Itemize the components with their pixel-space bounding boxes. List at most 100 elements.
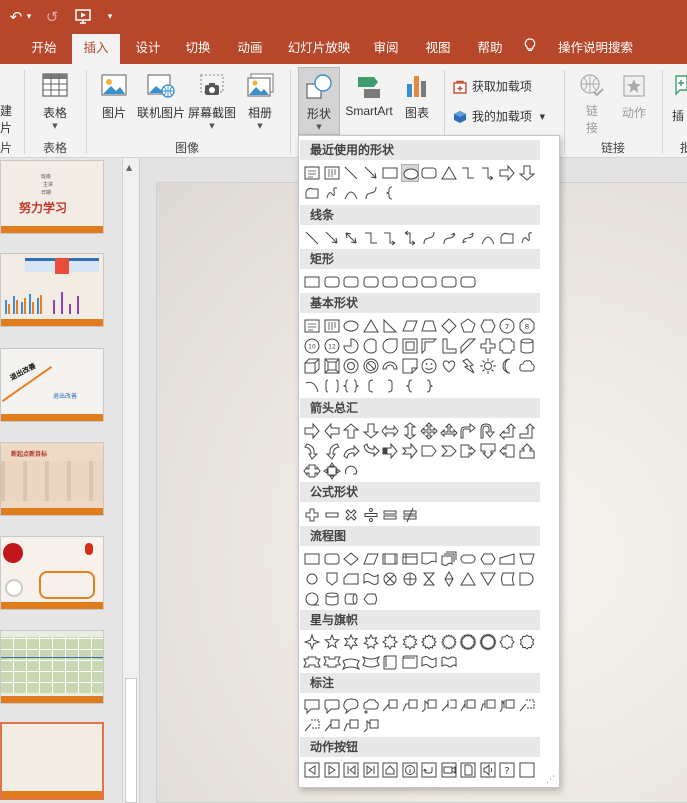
shape-call-d-icon[interactable] [479, 442, 497, 460]
shape-b-return-icon[interactable] [420, 761, 438, 779]
shape-ellipsefill-icon[interactable] [400, 164, 419, 182]
shape-rrect-icon[interactable] [342, 273, 360, 291]
shape-rrect-icon[interactable] [420, 164, 438, 182]
shape-curv-rib-dn-icon[interactable] [361, 653, 380, 671]
shape-b-end-icon[interactable] [362, 761, 380, 779]
shape-ar-l-icon[interactable] [323, 422, 341, 440]
shape-rect-icon[interactable] [381, 164, 399, 182]
shape-call-r-icon[interactable] [459, 442, 477, 460]
tab-view[interactable]: 视图 [414, 34, 462, 64]
shape-b-begin-icon[interactable] [342, 761, 360, 779]
shape-pie-icon[interactable] [342, 337, 360, 355]
comment-button[interactable]: 插 [672, 72, 687, 124]
picture-button[interactable]: 图片 [94, 72, 134, 121]
shape-chord-icon[interactable] [362, 337, 380, 355]
shape-rbracket-icon[interactable] [381, 377, 399, 395]
shape-f-man-op-icon[interactable] [518, 550, 536, 568]
shape-f-stored-icon[interactable] [498, 570, 516, 588]
shape-f-or-icon[interactable] [401, 570, 419, 588]
slide-thumbnail[interactable]: 新起点新目标 [0, 442, 104, 516]
slide-thumbnail[interactable] [0, 630, 104, 704]
online-picture-button[interactable]: 联机图片 [136, 72, 186, 121]
shape-donut-icon[interactable] [342, 357, 360, 375]
shape-ar-curv-u-icon[interactable] [342, 442, 360, 460]
shape-c-line2-icon[interactable] [342, 717, 360, 735]
shape-dec-icon[interactable]: 10 [303, 337, 321, 355]
shape-s8b-icon[interactable] [498, 633, 516, 651]
shape-call-l-icon[interactable] [498, 442, 516, 460]
table-button[interactable]: 表格 ▼ [34, 72, 76, 131]
shape-lbracket-icon[interactable] [362, 377, 380, 395]
shape-ar-left-up-icon[interactable] [498, 422, 517, 441]
shape-b-movie-icon[interactable] [440, 761, 458, 779]
shape-f-collate-icon[interactable] [420, 570, 438, 588]
screenshot-button[interactable]: 屏幕截图 ▼ [186, 72, 238, 131]
shape-curve-icon[interactable] [420, 229, 438, 247]
undo-icon[interactable]: ↶ [6, 7, 26, 27]
shape-lshape-icon[interactable] [440, 337, 458, 355]
shape-arc-icon[interactable] [479, 229, 497, 247]
slide-thumbnail[interactable] [0, 536, 104, 610]
shape-dblbracket-icon[interactable] [323, 377, 341, 395]
shape-eq-minus-icon[interactable] [323, 506, 341, 524]
shape-eq-neq-icon[interactable] [401, 506, 419, 524]
shape-s10b-icon[interactable] [518, 633, 536, 651]
shape-f-man-input-icon[interactable] [498, 550, 516, 568]
shape-arc-icon[interactable] [342, 184, 360, 202]
tab-review[interactable]: 审阅 [362, 34, 410, 64]
shape-elbowdbl-icon[interactable] [401, 229, 419, 247]
shape-ribbon-down-icon[interactable] [322, 653, 341, 671]
shape-arrowline-icon[interactable] [323, 229, 341, 247]
start-slideshow-icon[interactable] [72, 7, 94, 27]
shape-noentry-icon[interactable] [362, 357, 380, 375]
shape-s24-icon[interactable] [459, 633, 477, 651]
shape-b-help-icon[interactable]: ? [498, 761, 516, 779]
shape-c-border3-icon[interactable] [498, 697, 516, 715]
shape-rrect-icon[interactable] [440, 273, 458, 291]
shape-arrowline-icon[interactable] [362, 164, 380, 182]
shape-rrect-icon[interactable] [323, 273, 341, 291]
shape-s32-icon[interactable] [478, 633, 497, 651]
shape-c-no-border-icon[interactable] [303, 717, 321, 735]
shape-ar-striped-icon[interactable] [381, 442, 399, 460]
my-addins-button[interactable]: 我的加载项 ▼ [452, 106, 556, 126]
shape-b-back-icon[interactable] [303, 761, 321, 779]
shape-f-sum-j-icon[interactable] [381, 570, 399, 588]
slide-thumbnail-panel[interactable]: 班级 主讲 日期 努力学习 退出改善 退出改善 新起点新目标 [0, 158, 122, 803]
resize-grip-icon[interactable]: ⋰ [546, 775, 555, 785]
shape-f-extract-icon[interactable] [459, 570, 477, 588]
shape-s4-icon[interactable] [303, 633, 321, 651]
shape-scribble-icon[interactable] [518, 229, 536, 247]
shape-dblwave-icon[interactable] [440, 653, 458, 671]
shape-rtri-icon[interactable] [381, 317, 399, 335]
shape-f-seq-access-icon[interactable] [303, 590, 321, 608]
shape-f-mag-disk-icon[interactable] [323, 590, 341, 608]
shape-b-doc-icon[interactable] [459, 761, 477, 779]
tab-animations[interactable]: 动画 [226, 34, 274, 64]
shape-c-rect-icon[interactable] [303, 697, 321, 715]
shape-c-border2-icon[interactable] [479, 697, 497, 715]
shape-textbox-icon[interactable] [303, 164, 321, 182]
shape-scroll-v-icon[interactable] [381, 653, 399, 671]
shape-rrect-icon[interactable] [459, 273, 477, 291]
shape-f-multi-doc-icon[interactable] [440, 550, 458, 568]
shape-c-r-rect-icon[interactable] [323, 697, 341, 715]
shape-s5-icon[interactable] [323, 633, 341, 651]
shape-curvearr-icon[interactable] [440, 229, 458, 247]
shape-ar-u-icon[interactable] [342, 422, 360, 440]
shape-ar-quad-icon[interactable] [420, 422, 438, 440]
shape-eq-mult-icon[interactable] [342, 506, 360, 524]
shape-dodec-icon[interactable]: 12 [323, 337, 341, 355]
shape-dblbrace-icon[interactable] [342, 377, 360, 395]
customize-quick-access-icon[interactable]: ▾ [104, 7, 116, 27]
shape-freeform-icon[interactable] [498, 229, 516, 247]
shape-f-process-icon[interactable] [303, 550, 321, 568]
shape-ar-l-r-icon[interactable] [381, 422, 399, 440]
shape-f-alt-icon[interactable] [323, 550, 341, 568]
shape-b-info-icon[interactable] [401, 761, 419, 779]
shape-elbowarr-icon[interactable] [479, 164, 497, 182]
shape-c-border1-icon[interactable] [459, 697, 477, 715]
shape-ar-notched-icon[interactable] [401, 442, 419, 460]
shape-ar-bent-icon[interactable] [459, 422, 477, 440]
shape-curve-icon[interactable] [362, 184, 380, 202]
